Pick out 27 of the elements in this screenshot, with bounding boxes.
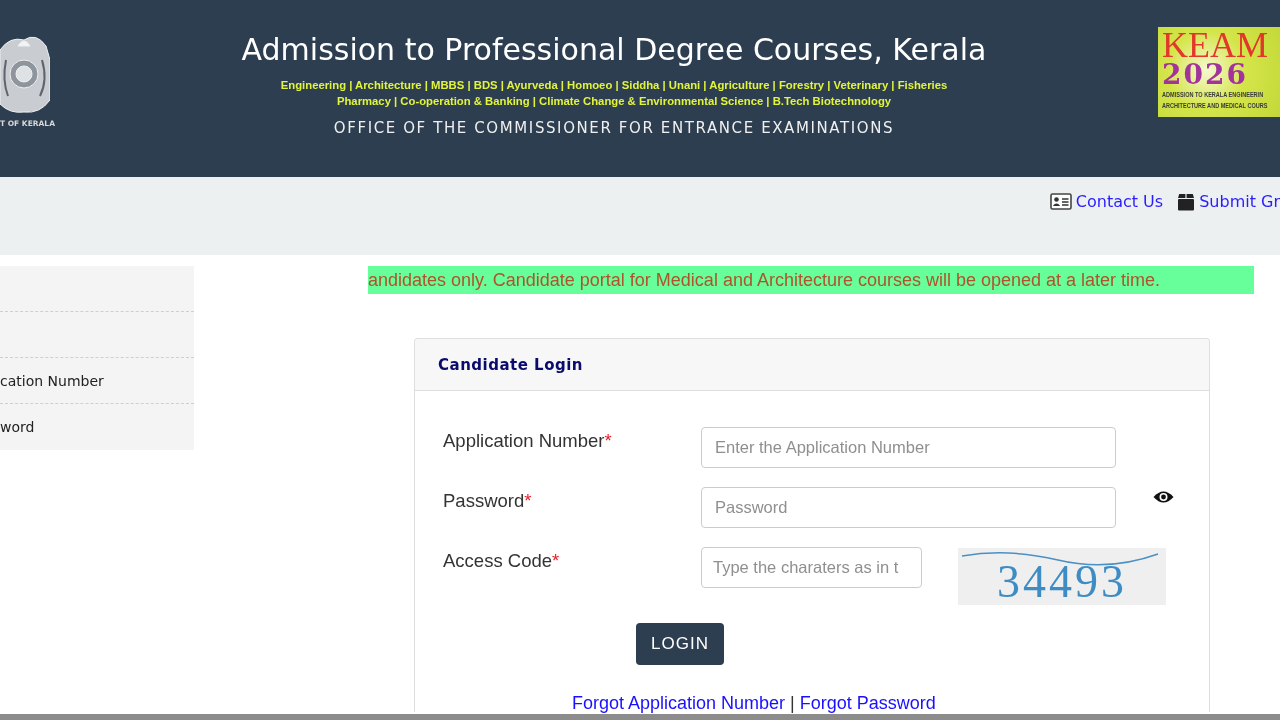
notice-banner: andidates only. Candidate portal for Medical and Architecture courses will be opened at a later time. xyxy=(368,266,1254,294)
login-button[interactable]: LOGIN xyxy=(636,623,724,665)
nav-link[interactable]: Contact Us xyxy=(1049,192,1164,211)
access-code-input[interactable]: Type the charaters as in t xyxy=(701,547,922,588)
box-icon xyxy=(1177,192,1196,211)
nav-link[interactable]: Submit Gr xyxy=(1177,192,1280,211)
field-label: Application Number* xyxy=(443,429,613,453)
logo-year: 2026 xyxy=(1162,61,1248,89)
forgot-link[interactable]: Forgot Application Number xyxy=(572,694,786,712)
course-list: Pharmacy | Co-operation & Banking | Climate Change & Environmental Science | B.Tech Biotechnology xyxy=(336,93,892,109)
captcha-text: 34493 xyxy=(997,559,1127,605)
field-label: Password* xyxy=(443,489,533,513)
sidebar-link[interactable]: cation Number xyxy=(0,372,104,389)
text-input[interactable]: Enter the Application Number xyxy=(701,427,1116,468)
office-name: OFFICE OF THE COMMISSIONER FOR ENTRANCE EXAMINATIONS xyxy=(333,118,895,138)
card-header: Candidate Login xyxy=(415,339,1209,391)
eye-icon[interactable] xyxy=(1153,490,1174,504)
logo-title: KEAM xyxy=(1162,29,1268,61)
field-label: Access Code* xyxy=(443,549,561,573)
page-title: Admission to Professional Degree Courses, Kerala xyxy=(241,31,987,69)
link-separator: | xyxy=(790,694,795,712)
horizontal-scrollbar[interactable] xyxy=(0,714,1280,720)
forgot-link[interactable]: Forgot Password xyxy=(799,694,936,712)
password-input[interactable]: Password xyxy=(701,487,1116,528)
sidebar-link[interactable]: word xyxy=(0,419,35,435)
id-card-icon xyxy=(1049,193,1072,210)
course-list: Engineering | Architecture | MBBS | BDS | Ayurveda | Homoeo | Siddha | Unani | Agriculture | Forestry | Veterinary | Fisheries xyxy=(280,77,948,93)
